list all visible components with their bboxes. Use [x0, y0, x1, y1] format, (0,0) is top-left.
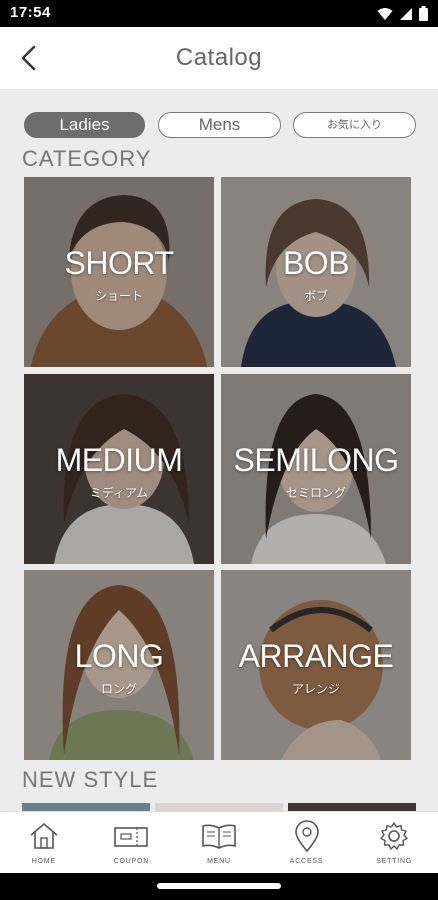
page-title: Catalog — [175, 44, 263, 71]
category-tile-arrange[interactable]: ARRANGE アレンジ — [221, 570, 411, 760]
gender-tabs: Ladies Mens お気に入り — [24, 112, 416, 138]
tile-label-ja: アレンジ — [291, 682, 340, 696]
tile-label-ja: ボブ — [303, 289, 328, 303]
new-style-title: NEW STYLE — [22, 767, 159, 792]
bottom-nav: HOME COUPON MENU ACCESS SETTING — [0, 811, 438, 873]
home-icon — [30, 822, 58, 849]
tile-label-en: SEMILONG — [233, 442, 399, 478]
status-icons — [377, 6, 428, 25]
tile-label-en: BOB — [282, 245, 350, 281]
tile-label-ja: セミロング — [285, 486, 346, 500]
nav-label: COUPON — [113, 858, 150, 865]
nav-access[interactable]: ACCESS — [263, 812, 351, 873]
nav-menu[interactable]: MENU — [175, 812, 263, 873]
coupon-icon — [114, 827, 149, 847]
category-tile-medium[interactable]: MEDIUM ミディアム — [24, 374, 214, 564]
tab-favorites[interactable]: お気に入り — [293, 112, 416, 138]
gear-icon — [380, 822, 408, 850]
wifi-icon — [377, 6, 393, 25]
tile-label-en: ARRANGE — [238, 638, 394, 674]
map-pin-icon — [294, 820, 319, 853]
category-tile-long[interactable]: LONG ロング — [24, 570, 214, 760]
nav-setting[interactable]: SETTING — [350, 812, 438, 873]
menu-book-icon — [202, 824, 236, 849]
signal-icon — [399, 6, 413, 25]
nav-label: MENU — [207, 858, 231, 865]
nav-label: ACCESS — [289, 858, 324, 865]
nav-coupon[interactable]: COUPON — [88, 812, 176, 873]
nav-label: SETTING — [376, 858, 413, 865]
category-tile-bob[interactable]: BOB ボブ — [221, 177, 411, 367]
tab-mens[interactable]: Mens — [158, 112, 281, 138]
nav-label: HOME — [31, 858, 56, 865]
category-title: CATEGORY — [22, 146, 152, 171]
tile-label-ja: ミディアム — [89, 486, 149, 500]
tile-label-en: LONG — [74, 638, 164, 674]
tile-label-en: SHORT — [64, 245, 174, 281]
system-nav-bar — [0, 873, 438, 900]
tab-ladies[interactable]: Ladies — [24, 112, 145, 138]
app-screen: Catalog Ladies Mens お気に入り CATEGORY SHORT… — [0, 27, 438, 873]
status-bar: 17:54 — [0, 0, 438, 27]
app-header: Catalog — [0, 27, 438, 90]
home-gesture-bar[interactable] — [157, 883, 281, 889]
status-time: 17:54 — [10, 4, 51, 21]
nav-home[interactable]: HOME — [0, 812, 88, 873]
tile-label-ja: ショート — [94, 289, 143, 303]
tile-label-en: MEDIUM — [55, 442, 183, 478]
category-tile-semilong[interactable]: SEMILONG セミロング — [221, 374, 411, 564]
battery-icon — [419, 6, 428, 25]
category-tile-short[interactable]: SHORT ショート — [24, 177, 214, 367]
tile-label-ja: ロング — [100, 682, 137, 696]
